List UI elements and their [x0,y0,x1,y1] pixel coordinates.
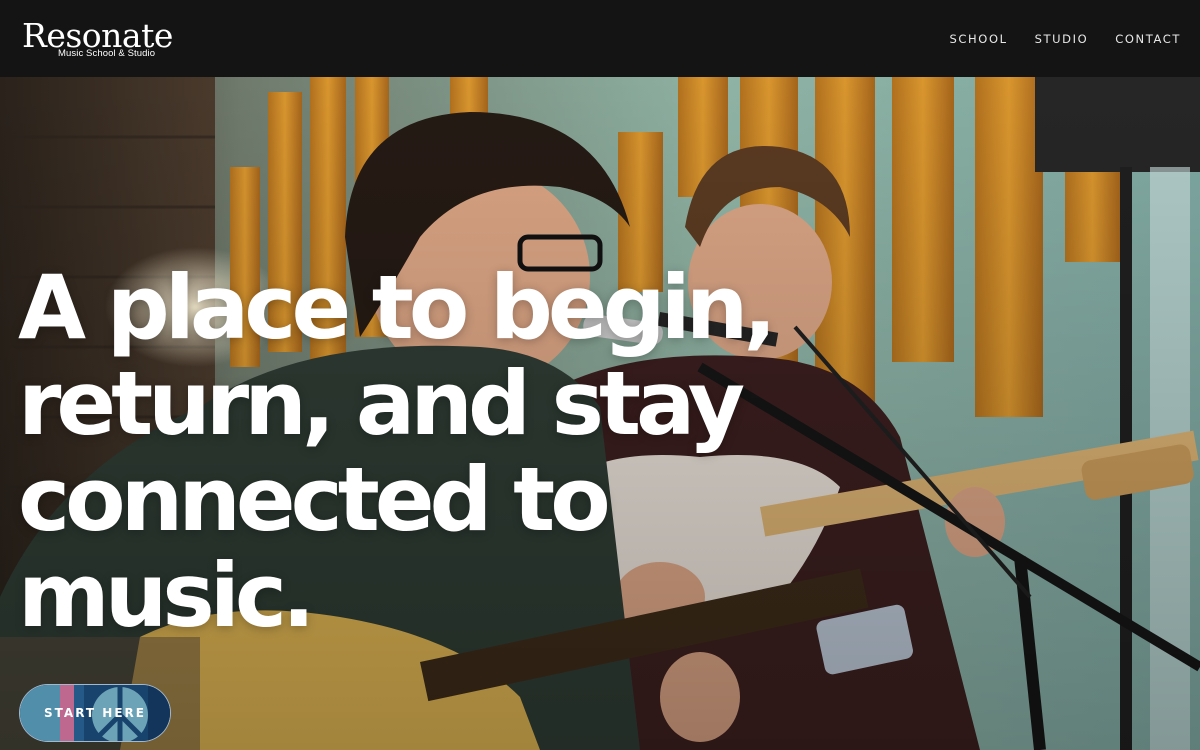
headline-line: connected to [18,448,611,551]
brand-logo[interactable]: Resonate Music School & Studio [22,19,173,59]
main-nav: SCHOOL STUDIO CONTACT [950,32,1181,46]
headline-line: return, and stay [18,352,745,455]
cta-label: START HERE [44,706,146,720]
hero-headline: A place to begin, return, and stay conne… [18,260,918,644]
brand-tagline: Music School & Studio [58,47,156,59]
nav-link-school[interactable]: SCHOOL [950,32,1008,46]
nav-link-contact[interactable]: CONTACT [1115,32,1181,46]
nav-link-studio[interactable]: STUDIO [1035,32,1089,46]
brand-name: Resonate [22,15,173,55]
headline-line: music. [18,544,315,647]
hero-section: A place to begin, return, and stay conne… [0,77,1200,750]
site-header: Resonate Music School & Studio SCHOOL ST… [0,0,1200,77]
headline-line: A place to begin, [18,256,777,359]
start-here-button[interactable]: START HERE [19,684,171,742]
